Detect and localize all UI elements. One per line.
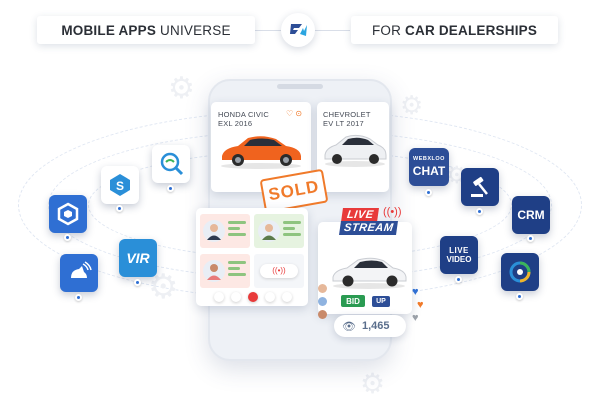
cube-app-icon[interactable] — [49, 195, 87, 233]
bid-button[interactable]: BID — [341, 295, 365, 307]
app-pin — [116, 205, 123, 212]
gear-icon: ⚙ — [400, 90, 424, 120]
audio-wave-icon: ((•)) — [260, 264, 298, 278]
listing-make: HONDA CIVIC — [218, 110, 269, 119]
live-video-main-label: VIDEO — [446, 254, 472, 264]
header-right-thin: FOR — [371, 22, 402, 38]
brand-logo-icon — [281, 13, 315, 47]
stream-label: STREAM — [339, 221, 399, 235]
app-pin — [527, 235, 534, 242]
crm-app-label: CRM — [517, 208, 545, 222]
chat-app-top-label: WEBXLOO — [413, 156, 445, 163]
heart-icon[interactable]: ♥ — [412, 312, 419, 324]
camera-button[interactable] — [214, 292, 224, 302]
favorite-icon[interactable]: ♡ ⊙ — [286, 109, 302, 118]
bid-up-button[interactable]: UP — [372, 296, 390, 307]
dimcards-app-icon[interactable] — [60, 254, 98, 292]
spectrum-app-icon[interactable] — [501, 253, 539, 291]
heart-icon[interactable]: ♥ — [412, 286, 419, 298]
gear-icon: ⚙ — [168, 72, 195, 105]
webxloo-chat-app-icon[interactable]: WEBXLOO CHAT — [409, 148, 449, 186]
broadcast-icon: ((•)) — [383, 206, 402, 218]
vir-app-icon[interactable]: VIR — [119, 239, 157, 277]
end-call-button[interactable] — [248, 292, 258, 302]
car-image-chevrolet — [324, 134, 387, 167]
gear-icon: ⚙ — [360, 368, 386, 399]
header-right-bold: CAR DEALERSHIPS — [405, 22, 538, 38]
listing-model: EXL 2016 — [218, 119, 253, 128]
vir-app-label: VIR — [126, 250, 150, 266]
live-video-app-icon[interactable]: LIVE VIDEO — [440, 236, 478, 274]
search-app-icon[interactable] — [152, 145, 190, 183]
app-pin — [425, 189, 432, 196]
avatar-icon — [262, 224, 276, 240]
dealership-apps-illustration: ⚙ ⚙ ⚙ ⚙ ⚙ MOBILE APPS UNIVERSE FOR CAR D… — [0, 0, 600, 400]
avatar-icon — [207, 224, 221, 240]
chat-message-lines — [228, 221, 246, 239]
app-pin — [476, 208, 483, 215]
viewer-avatar — [318, 310, 327, 319]
listing-title-chevrolet: CHEVROLET EV LT 2017 — [323, 110, 371, 128]
header-left-bold: MOBILE APPS — [61, 22, 157, 38]
app-pin — [167, 185, 174, 192]
car-image-live — [332, 257, 407, 289]
listing-make: CHEVROLET — [323, 110, 371, 119]
chat-button[interactable] — [265, 292, 275, 302]
mic-button[interactable] — [231, 292, 241, 302]
viewer-count-pill: 👁 1,465 — [334, 315, 406, 337]
header-pill-right: FOR CAR DEALERSHIPS — [351, 16, 558, 44]
live-video-top-label: LIVE — [449, 245, 469, 255]
live-label: LIVE — [341, 208, 380, 222]
heart-icon[interactable]: ♥ — [417, 299, 424, 311]
phone-speaker — [277, 84, 323, 89]
header-connector-left — [255, 30, 281, 31]
crm-app-icon[interactable]: CRM — [512, 196, 550, 234]
auction-app-icon[interactable] — [461, 168, 499, 206]
more-button[interactable] — [282, 292, 292, 302]
app-pin — [516, 293, 523, 300]
viewer-count: 1,465 — [361, 320, 390, 332]
app-pin — [64, 234, 71, 241]
chat-message-lines — [228, 261, 246, 279]
eye-icon: 👁 — [342, 320, 356, 333]
header-pill-left: MOBILE APPS UNIVERSE — [37, 16, 255, 44]
app-pin — [134, 279, 141, 286]
chat-app-main-label: CHAT — [412, 163, 446, 178]
listing-title-honda: HONDA CIVIC EXL 2016 — [218, 110, 269, 128]
listing-model: EV LT 2017 — [323, 119, 364, 128]
viewer-avatar — [318, 297, 327, 306]
chat-message-lines — [283, 221, 301, 239]
viewer-avatar — [318, 284, 327, 293]
app-pin — [75, 294, 82, 301]
header-connector-right — [315, 30, 350, 31]
avatar-icon — [207, 264, 221, 280]
car-image-honda — [221, 136, 301, 169]
app-pin — [455, 276, 462, 283]
header-left-thin: UNIVERSE — [160, 22, 231, 38]
svg-text:S: S — [116, 179, 124, 193]
service-app-icon[interactable]: S — [101, 166, 139, 204]
